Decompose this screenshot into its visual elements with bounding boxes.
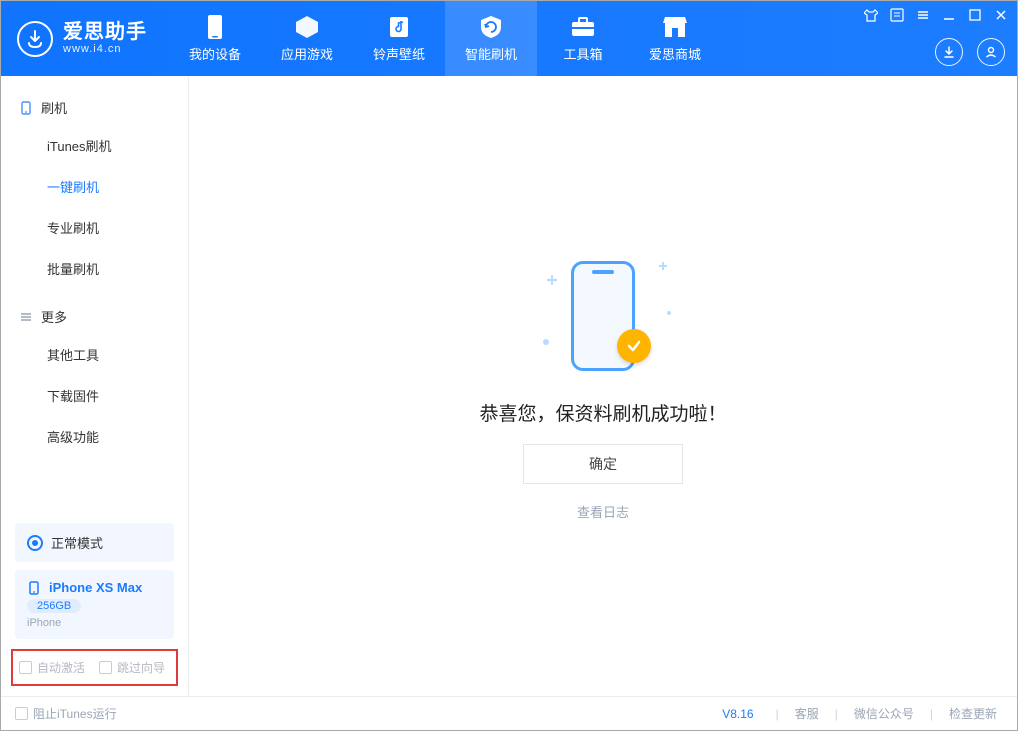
sidebar-item-advanced[interactable]: 高级功能 [1,416,188,457]
app-logo-icon [17,21,53,57]
device-phone-icon [27,581,41,595]
store-icon [662,14,688,40]
app-title: 爱思助手 [63,21,147,43]
logo-area: 爱思助手 www.i4.cn [1,1,169,76]
checkbox-icon [15,707,28,720]
option-block-itunes[interactable]: 阻止iTunes运行 [15,705,117,722]
confirm-button[interactable]: 确定 [523,444,683,484]
skin-icon[interactable] [863,7,879,23]
nav-apps-games[interactable]: 应用游戏 [261,1,353,76]
view-log-link[interactable]: 查看日志 [577,502,629,521]
nav-label: 我的设备 [189,44,241,63]
sidebar: 刷机 iTunes刷机 一键刷机 专业刷机 批量刷机 更多 其他工具 下载固件 … [1,76,189,696]
sidebar-section-more: 更多 [1,299,188,334]
nav-label: 工具箱 [563,44,602,63]
checkbox-icon [19,661,32,674]
option-label: 自动激活 [37,659,85,676]
toolbox-icon [570,14,596,40]
sidebar-item-oneclick-flash[interactable]: 一键刷机 [1,166,188,207]
options-row: 自动激活 跳过向导 [11,649,178,686]
device-name: iPhone XS Max [49,580,142,595]
nav-label: 爱思商城 [649,44,701,63]
nav-toolbox[interactable]: 工具箱 [537,1,629,76]
sidebar-item-pro-flash[interactable]: 专业刷机 [1,207,188,248]
app-window: 爱思助手 www.i4.cn 我的设备 应用游戏 铃声壁纸 智能刷机 [0,0,1018,731]
nav-tabs: 我的设备 应用游戏 铃声壁纸 智能刷机 工具箱 爱思商城 [169,1,721,76]
sidebar-item-other-tools[interactable]: 其他工具 [1,334,188,375]
sidebar-section-flash: 刷机 [1,90,188,125]
footer-link-support[interactable]: 客服 [789,705,825,722]
device-icon [202,14,228,40]
option-skip-guide[interactable]: 跳过向导 [99,659,165,676]
cube-icon [294,14,320,40]
titlebar: 爱思助手 www.i4.cn 我的设备 应用游戏 铃声壁纸 智能刷机 [1,1,1017,76]
nav-label: 应用游戏 [281,44,333,63]
device-card[interactable]: iPhone XS Max 256GB iPhone [15,570,174,639]
nav-store[interactable]: 爱思商城 [629,1,721,76]
sidebar-section-label: 刷机 [41,98,67,117]
footer: 阻止iTunes运行 V8.16 | 客服 | 微信公众号 | 检查更新 [1,696,1017,730]
device-type: iPhone [27,617,162,629]
sidebar-item-itunes-flash[interactable]: iTunes刷机 [1,125,188,166]
titlebar-secondary-icons [935,38,1005,66]
window-controls [863,7,1009,23]
nav-label: 智能刷机 [465,44,517,63]
nav-smart-flash[interactable]: 智能刷机 [445,1,537,76]
sidebar-bottom: 正常模式 iPhone XS Max 256GB iPhone 自动激活 [1,515,188,696]
checkmark-badge-icon [617,329,651,363]
nav-my-device[interactable]: 我的设备 [169,1,261,76]
mode-label: 正常模式 [51,533,103,552]
option-label: 阻止iTunes运行 [33,705,117,722]
device-capacity: 256GB [27,599,81,613]
shield-refresh-icon [478,14,504,40]
version-label: V8.16 [722,707,753,721]
footer-link-wechat[interactable]: 微信公众号 [848,705,920,722]
success-title: 恭喜您，保资料刷机成功啦！ [479,399,726,426]
sidebar-item-batch-flash[interactable]: 批量刷机 [1,248,188,289]
sidebar-section-label: 更多 [41,307,67,326]
user-icon[interactable] [977,38,1005,66]
footer-link-update[interactable]: 检查更新 [943,705,1003,722]
download-icon[interactable] [935,38,963,66]
minimize-button[interactable] [941,7,957,23]
feedback-icon[interactable] [889,7,905,23]
list-icon [19,310,33,324]
phone-icon [19,101,33,115]
main-content: 恭喜您，保资料刷机成功啦！ 确定 查看日志 [189,76,1017,696]
mode-card[interactable]: 正常模式 [15,523,174,562]
close-button[interactable] [993,7,1009,23]
sidebar-item-download-firmware[interactable]: 下载固件 [1,375,188,416]
nav-label: 铃声壁纸 [373,44,425,63]
option-label: 跳过向导 [117,659,165,676]
checkbox-icon [99,661,112,674]
success-illustration [533,251,673,381]
maximize-button[interactable] [967,7,983,23]
mode-dot-icon [27,535,43,551]
option-auto-activate[interactable]: 自动激活 [19,659,85,676]
nav-ringtone-wallpaper[interactable]: 铃声壁纸 [353,1,445,76]
menu-icon[interactable] [915,7,931,23]
body: 刷机 iTunes刷机 一键刷机 专业刷机 批量刷机 更多 其他工具 下载固件 … [1,76,1017,696]
app-subtitle: www.i4.cn [63,43,147,55]
music-note-icon [386,14,412,40]
